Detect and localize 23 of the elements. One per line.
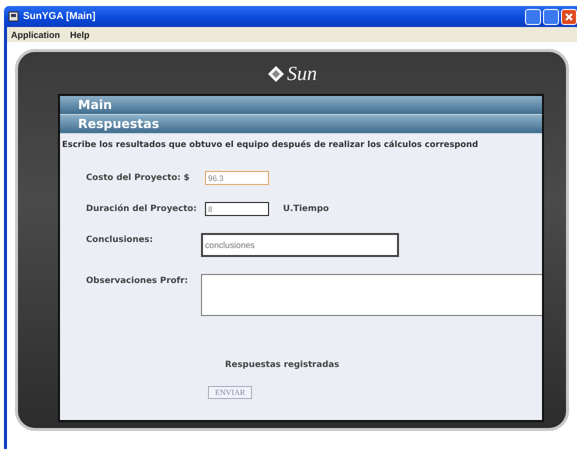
window-title: SunYGA [Main] bbox=[23, 11, 96, 22]
input-field[interactable]: conclusiones bbox=[201, 233, 399, 257]
maximize-button[interactable] bbox=[543, 8, 559, 24]
unit-label: U.Tiempo bbox=[283, 203, 329, 214]
field-label: Conclusiones: bbox=[86, 234, 154, 245]
minimize-button[interactable] bbox=[525, 8, 541, 24]
section-header: Respuestas bbox=[60, 115, 542, 134]
status-text: Respuestas registradas bbox=[225, 360, 340, 370]
field-label: Observaciones Profr: bbox=[86, 275, 189, 286]
text-area[interactable] bbox=[201, 274, 542, 316]
close-icon bbox=[564, 12, 574, 22]
diamond-logo-icon bbox=[267, 65, 285, 83]
menu-item[interactable]: Application bbox=[11, 30, 60, 40]
field-label: Duración del Proyecto: bbox=[86, 203, 198, 214]
input-field[interactable]: 96.3 bbox=[205, 171, 269, 185]
input-field[interactable]: 8 bbox=[205, 202, 269, 216]
logo-text: Sun bbox=[287, 62, 317, 86]
close-button[interactable] bbox=[561, 8, 577, 24]
menu-item[interactable]: Help bbox=[70, 30, 90, 40]
instruction-text: Escribe los resultados que obtuvo el equipo después de realizar los cálculos correspond bbox=[61, 138, 480, 149]
field-label: Costo del Proyecto: $ bbox=[86, 172, 191, 183]
section-header: Main bbox=[60, 96, 542, 115]
app-icon bbox=[8, 11, 19, 22]
